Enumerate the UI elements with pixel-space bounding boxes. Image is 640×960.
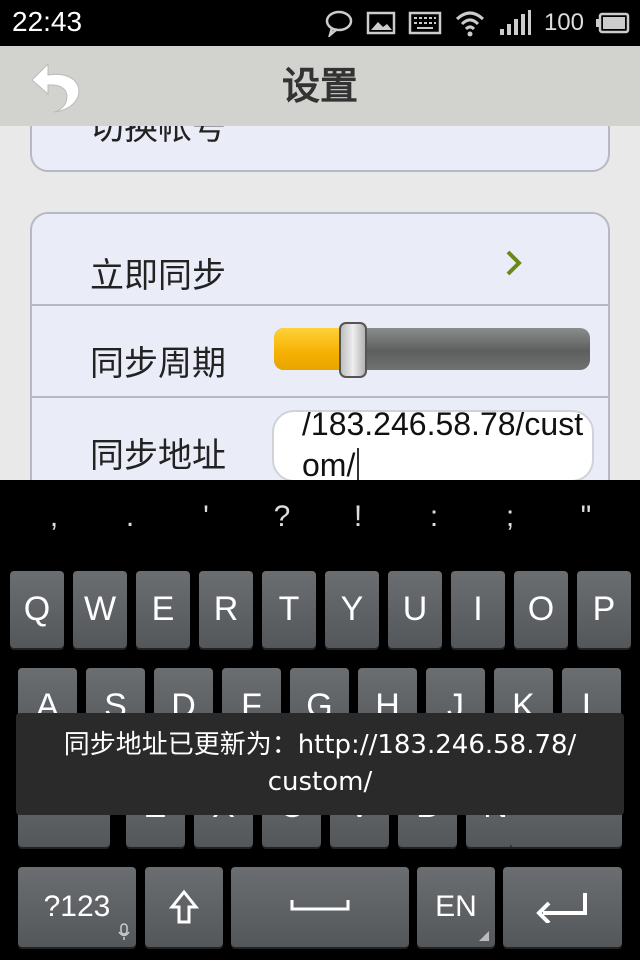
key-t-label: T bbox=[278, 590, 300, 628]
signal-icon bbox=[499, 10, 531, 35]
toast-line-2: custom/ bbox=[267, 767, 373, 797]
key-p-label: P bbox=[592, 590, 616, 628]
status-bar: 22:43 100 bbox=[0, 0, 640, 46]
sync-card: 立即同步 同步周期 同步地址 /183.246.58.78/custom/ bbox=[30, 212, 610, 480]
corner-triangle-icon bbox=[479, 931, 489, 941]
settings-screen: 设置 切换帐号 立即同步 同步周期 同步地址 /183.246.58.78/cu… bbox=[0, 46, 640, 480]
shift-key[interactable] bbox=[145, 867, 223, 947]
key-w[interactable]: W bbox=[73, 571, 127, 648]
key-r[interactable]: R bbox=[199, 571, 253, 648]
key-r-label: R bbox=[213, 590, 239, 628]
chevron-right-icon bbox=[506, 250, 522, 276]
space-bar-icon bbox=[290, 900, 350, 911]
chat-bubble-icon bbox=[325, 10, 353, 37]
status-icons: 100 bbox=[324, 6, 630, 40]
space-key[interactable] bbox=[231, 867, 409, 947]
sync-address-label: 同步地址 bbox=[90, 436, 226, 476]
punctuation-key[interactable]: ! bbox=[328, 500, 388, 534]
title-bar: 设置 bbox=[0, 46, 640, 126]
language-key[interactable]: EN bbox=[417, 867, 495, 947]
toast-line-1: 同步地址已更新为：http://183.246.58.78/ bbox=[63, 730, 577, 760]
key-i-label: I bbox=[473, 590, 483, 628]
key-e-label: E bbox=[151, 590, 175, 628]
punctuation-key[interactable]: ; bbox=[480, 500, 540, 534]
punctuation-key[interactable]: " bbox=[556, 500, 616, 534]
sync-period-row: 同步周期 bbox=[32, 306, 608, 398]
sync-period-slider[interactable] bbox=[274, 322, 590, 378]
punctuation-key[interactable]: , bbox=[24, 500, 84, 534]
key-o[interactable]: O bbox=[514, 571, 568, 648]
sync-address-input[interactable]: /183.246.58.78/custom/ bbox=[272, 410, 594, 480]
key-y-label: Y bbox=[340, 590, 364, 628]
key-u[interactable]: U bbox=[388, 571, 442, 648]
sync-period-label: 同步周期 bbox=[90, 344, 226, 384]
wifi-icon bbox=[455, 11, 484, 37]
page-title: 设置 bbox=[281, 64, 358, 108]
key-u-label: U bbox=[402, 590, 428, 628]
key-w-label: W bbox=[83, 590, 117, 628]
battery-icon bbox=[596, 12, 630, 34]
sync-address-text: /183.246.58.78/custom/ bbox=[302, 410, 584, 480]
sync-now-row[interactable]: 立即同步 bbox=[32, 214, 608, 306]
status-time: 22:43 bbox=[12, 6, 83, 37]
symbols-key[interactable]: ?123 bbox=[18, 867, 136, 947]
key-q-label: Q bbox=[23, 590, 51, 628]
shift-arrow-icon bbox=[169, 889, 199, 924]
key-p[interactable]: P bbox=[577, 571, 631, 648]
sync-now-label: 立即同步 bbox=[90, 256, 226, 296]
punctuation-key[interactable]: : bbox=[404, 500, 464, 534]
punctuation-key[interactable]: ? bbox=[252, 500, 312, 534]
microphone-icon bbox=[118, 923, 130, 940]
enter-key[interactable] bbox=[503, 867, 622, 947]
slider-thumb[interactable] bbox=[339, 322, 367, 378]
key-e[interactable]: E bbox=[136, 571, 190, 648]
sync-address-row: 同步地址 /183.246.58.78/custom/ bbox=[32, 398, 608, 480]
enter-arrow-icon bbox=[536, 893, 587, 923]
key-t[interactable]: T bbox=[262, 571, 316, 648]
punctuation-key[interactable]: . bbox=[100, 500, 160, 534]
battery-percentage: 100 bbox=[543, 9, 584, 36]
punctuation-row: ,. '?!:; " bbox=[0, 500, 640, 560]
text-caret bbox=[357, 448, 360, 480]
key-i[interactable]: I bbox=[451, 571, 505, 648]
image-icon bbox=[366, 11, 396, 35]
toast-message: 同步地址已更新为：http://183.246.58.78/ custom/ bbox=[16, 713, 624, 815]
key-q[interactable]: Q bbox=[10, 571, 64, 648]
keyboard-icon bbox=[408, 11, 442, 35]
key-o-label: O bbox=[527, 590, 555, 628]
punctuation-key[interactable]: ' bbox=[176, 500, 236, 534]
key-y[interactable]: Y bbox=[325, 571, 379, 648]
